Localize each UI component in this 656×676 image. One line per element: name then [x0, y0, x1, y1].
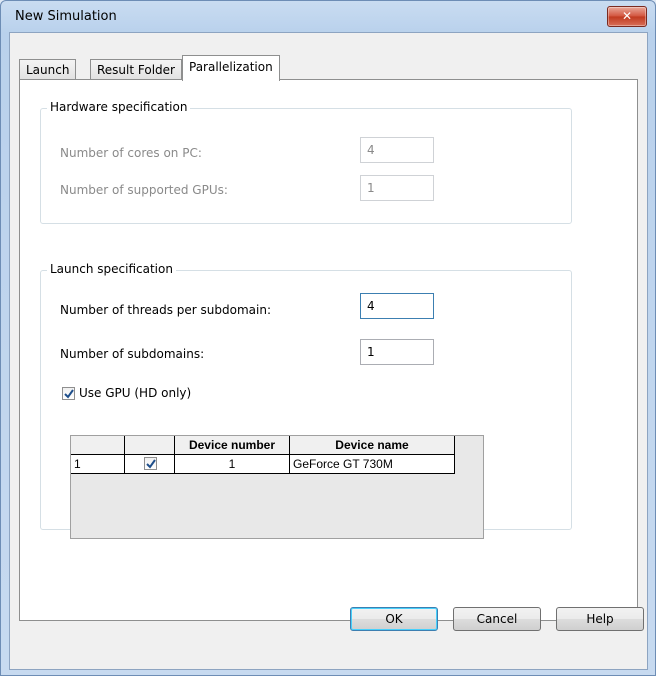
- threads-field[interactable]: [360, 293, 434, 319]
- cores-label: Number of cores on PC:: [60, 146, 202, 160]
- device-select-checkbox[interactable]: [144, 457, 157, 470]
- checkmark-icon: [64, 389, 74, 399]
- close-icon: ✕: [621, 9, 633, 23]
- table-row-device-name[interactable]: GeForce GT 730M: [290, 455, 455, 474]
- hardware-specification-group: Hardware specification: [40, 100, 572, 224]
- help-button[interactable]: Help: [556, 607, 644, 631]
- title-bar[interactable]: New Simulation ✕: [1, 1, 655, 32]
- window-title: New Simulation: [15, 9, 117, 24]
- tab-parallelization[interactable]: Parallelization: [182, 55, 280, 81]
- device-table: Device number Device name 1 1 GeForce GT…: [70, 435, 484, 539]
- threads-label: Number of threads per subdomain:: [60, 303, 272, 317]
- subdomains-label: Number of subdomains:: [60, 347, 205, 361]
- tab-launch[interactable]: Launch: [19, 59, 77, 80]
- table-row-select-cell[interactable]: [125, 455, 175, 474]
- use-gpu-label[interactable]: Use GPU (HD only): [79, 386, 191, 400]
- table-header-cell: [71, 436, 125, 455]
- parallelization-panel: Hardware specification Number of cores o…: [19, 79, 638, 621]
- tab-launch-label: Launch: [26, 63, 70, 77]
- tab-result-folder[interactable]: Result Folder: [90, 59, 182, 80]
- use-gpu-checkbox[interactable]: [62, 387, 75, 400]
- tab-parallelization-label: Parallelization: [189, 60, 273, 74]
- table-row-device-number[interactable]: 1: [175, 455, 290, 474]
- cancel-button[interactable]: Cancel: [453, 607, 541, 631]
- gpus-label: Number of supported GPUs:: [60, 183, 228, 197]
- hardware-specification-title: Hardware specification: [47, 100, 191, 114]
- cores-field: [360, 137, 434, 163]
- dialog-window: New Simulation ✕ Launch Result Folder Pa…: [0, 0, 656, 676]
- ok-button[interactable]: OK: [350, 607, 438, 631]
- checkmark-icon: [146, 459, 156, 469]
- launch-specification-title: Launch specification: [47, 262, 176, 276]
- close-button[interactable]: ✕: [607, 6, 647, 27]
- tab-result-folder-label: Result Folder: [97, 63, 175, 77]
- dialog-client-area: Launch Result Folder Parallelization Har…: [9, 32, 648, 670]
- table-row-index[interactable]: 1: [71, 455, 125, 474]
- table-header-cell: [125, 436, 175, 455]
- device-name-header[interactable]: Device name: [290, 436, 455, 455]
- subdomains-field[interactable]: [360, 339, 434, 365]
- gpus-field: [360, 175, 434, 201]
- device-number-header[interactable]: Device number: [175, 436, 290, 455]
